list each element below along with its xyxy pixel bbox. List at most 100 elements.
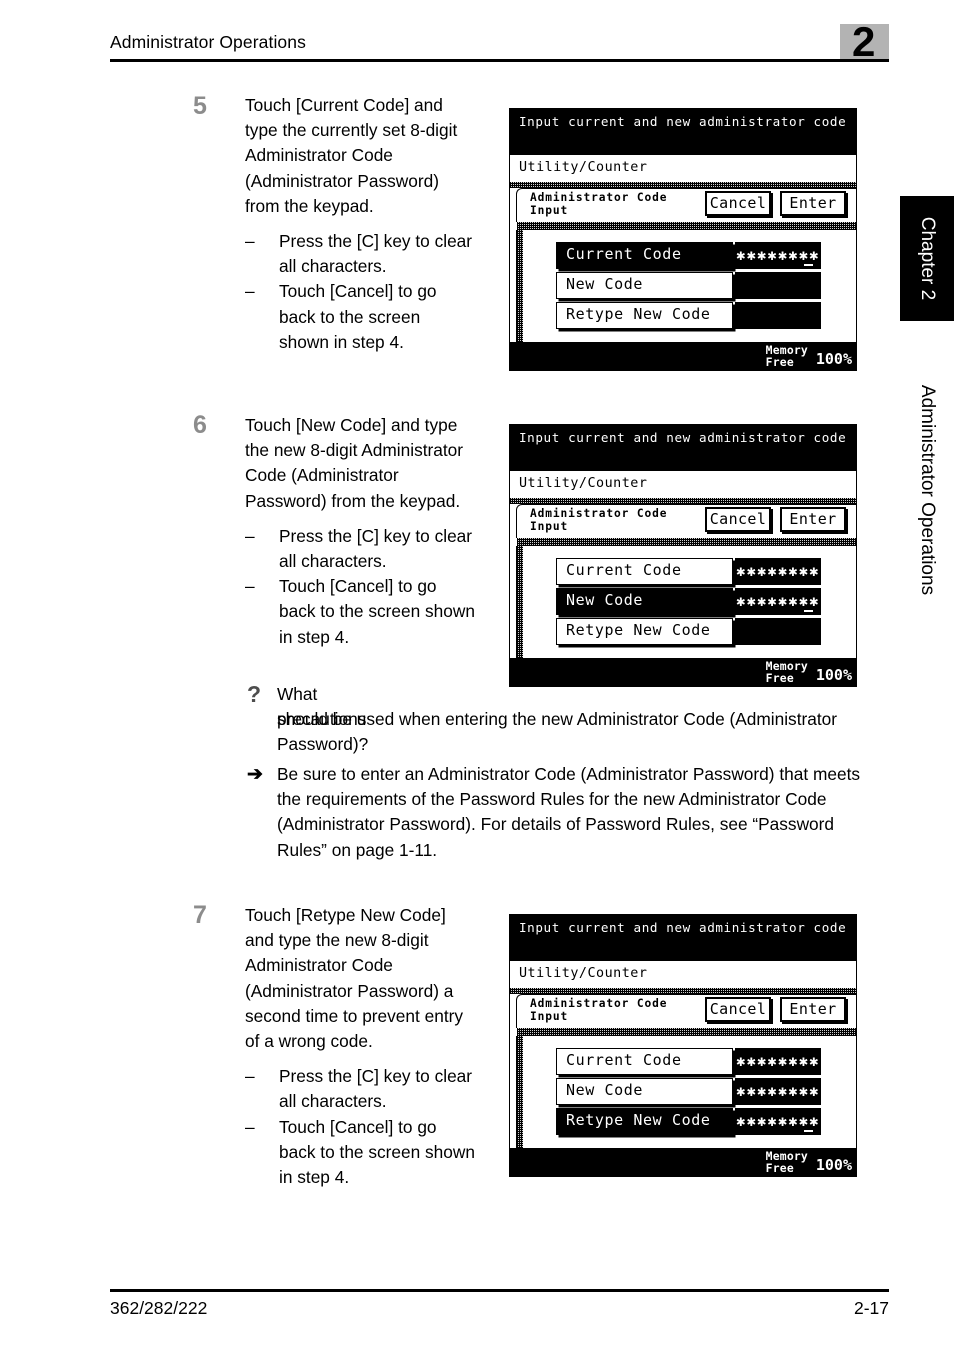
lcd-title-bar: Input current and new administrator code	[510, 915, 856, 961]
list-item: – Touch [Cancel] to go back to the scree…	[245, 1115, 475, 1191]
lcd-screenshot-step6: Input current and new administrator code…	[509, 424, 857, 687]
section-side-label-text: Administrator Operations	[917, 384, 938, 596]
memory-free-value: 100%	[815, 666, 852, 684]
lcd-status-bar: Memory Free 100%	[510, 658, 856, 686]
text-cursor-icon	[804, 610, 813, 612]
memory-free-value: 100%	[815, 350, 852, 368]
footer-model: 362/282/222	[110, 1298, 208, 1318]
lcd-row-value	[735, 618, 821, 645]
lcd-dialog-title: Administrator Code Input	[530, 191, 668, 217]
step-6-bullets: – Press the [C] key to clear all charact…	[245, 524, 477, 650]
lcd-row-key[interactable]: Retype New Code	[556, 618, 733, 645]
arrow-right-icon: ➔	[247, 764, 263, 785]
cancel-button[interactable]: Cancel	[705, 507, 771, 532]
dash-bullet-icon: –	[245, 576, 255, 597]
lcd-row-key[interactable]: Current Code	[556, 242, 733, 269]
step-text-6: Touch [New Code] and type the new 8-digi…	[245, 413, 477, 650]
lcd-dialog-header: Administrator Code Input Cancel Enter	[516, 994, 856, 1036]
list-item-text: Touch [Cancel] to go back to the screen …	[279, 1116, 475, 1188]
lcd-row-key[interactable]: Current Code	[556, 1048, 733, 1075]
lcd-row-key[interactable]: New Code	[556, 272, 733, 299]
text-cursor-icon	[804, 264, 813, 266]
lcd-breadcrumb: Utility/Counter	[510, 961, 856, 988]
lcd-row-key[interactable]: New Code	[556, 1078, 733, 1105]
cancel-button[interactable]: Cancel	[705, 997, 771, 1022]
lcd-content-area: Current Code ✱✱✱✱✱✱✱✱ New Code ✱✱✱✱✱✱✱✱ Rety…	[516, 1036, 856, 1148]
lcd-row-value	[735, 302, 821, 329]
lcd-row-value: ✱✱✱✱✱✱✱✱	[735, 1078, 821, 1105]
lcd-content-area: Current Code ✱✱✱✱✱✱✱✱ New Code Retype New C…	[516, 230, 856, 342]
lcd-dialog-title: Administrator Code Input	[530, 997, 668, 1023]
lcd-breadcrumb: Utility/Counter	[510, 155, 856, 182]
lcd-title-bar: Input current and new administrator code	[510, 109, 856, 155]
memory-free-label: Memory Free	[765, 659, 808, 686]
list-item-text: Press the [C] key to clear all character…	[279, 1066, 473, 1112]
question-mark-icon: ?	[247, 681, 262, 707]
step-text-5: Touch [Current Code] and type the curren…	[245, 93, 473, 355]
memory-free-label: Memory Free	[765, 343, 808, 370]
lcd-screenshot-step7: Input current and new administrator code…	[509, 914, 857, 1177]
list-item: – Touch [Cancel] to go back to the scree…	[245, 279, 473, 355]
lcd-hatch-divider	[517, 538, 856, 546]
text-cursor-icon	[804, 1130, 813, 1132]
qa-question-body: should be used when entering the new Adm…	[277, 709, 838, 755]
lcd-hatch-divider	[517, 222, 856, 230]
step-5-paragraph: Touch [Current Code] and type the curren…	[245, 95, 458, 216]
lcd-scrollbar[interactable]	[517, 1036, 523, 1148]
enter-button[interactable]: Enter	[780, 191, 846, 216]
lcd-row-value: ✱✱✱✱✱✱✱✱	[735, 1108, 821, 1135]
dash-bullet-icon: –	[245, 281, 255, 302]
lcd-dialog-title: Administrator Code Input	[530, 507, 668, 533]
list-item-text: Press the [C] key to clear all character…	[279, 525, 473, 572]
lcd-row-value: ✱✱✱✱✱✱✱✱	[735, 558, 821, 585]
lcd-row-key[interactable]: Current Code	[556, 558, 733, 585]
lcd-dialog-header: Administrator Code Input Cancel Enter	[516, 188, 856, 230]
lcd-row-key[interactable]: Retype New Code	[556, 1108, 733, 1135]
dash-bullet-icon: –	[245, 1116, 255, 1137]
lcd-status-bar: Memory Free 100%	[510, 342, 856, 370]
document-page: Administrator Operations 2 Chapter 2 Adm…	[0, 0, 954, 1352]
step-text-7: Touch [Retype New Code] and type the new…	[245, 903, 475, 1190]
lcd-row-value: ✱✱✱✱✱✱✱✱	[735, 1048, 821, 1075]
list-item: – Press the [C] key to clear all charact…	[245, 1064, 475, 1114]
lcd-screenshot-step5: Input current and new administrator code…	[509, 108, 857, 371]
lcd-scrollbar[interactable]	[517, 546, 523, 658]
lcd-scrollbar[interactable]	[517, 230, 523, 342]
footer-divider	[110, 1289, 889, 1292]
memory-free-label: Memory Free	[765, 1149, 808, 1176]
lcd-content-area: Current Code ✱✱✱✱✱✱✱✱ New Code ✱✱✱✱✱✱✱✱ Rety…	[516, 546, 856, 658]
step-number-5: 5	[193, 92, 207, 120]
list-item: – Touch [Cancel] to go back to the scree…	[245, 574, 477, 650]
list-item-text: Touch [Cancel] to go back to the screen …	[279, 576, 475, 647]
chapter-side-tab: Chapter 2	[900, 196, 954, 321]
lcd-title-bar: Input current and new administrator code	[510, 425, 856, 471]
list-item-text: Touch [Cancel] to go back to the screen …	[279, 281, 437, 352]
enter-button[interactable]: Enter	[780, 997, 846, 1022]
memory-free-value: 100%	[815, 1156, 852, 1174]
step-number-7: 7	[193, 901, 207, 929]
section-side-label: Administrator Operations	[900, 340, 954, 640]
step-7-bullets: – Press the [C] key to clear all charact…	[245, 1064, 475, 1190]
list-item-text: Press the [C] key to clear all character…	[279, 231, 473, 277]
lcd-dialog-header: Administrator Code Input Cancel Enter	[516, 504, 856, 546]
cancel-button[interactable]: Cancel	[705, 191, 771, 216]
qa-answer-body: Be sure to enter an Administrator Code (…	[277, 764, 861, 860]
page-header-title: Administrator Operations	[110, 32, 306, 52]
step-6-paragraph: Touch [New Code] and type the new 8-digi…	[245, 415, 464, 511]
lcd-breadcrumb: Utility/Counter	[510, 471, 856, 498]
step-number-6: 6	[193, 411, 207, 439]
lcd-row-key[interactable]: New Code	[556, 588, 733, 615]
dash-bullet-icon: –	[245, 231, 255, 252]
step-5-bullets: – Press the [C] key to clear all charact…	[245, 229, 473, 355]
list-item: – Press the [C] key to clear all charact…	[245, 524, 477, 574]
lcd-row-key[interactable]: Retype New Code	[556, 302, 733, 329]
chapter-side-tab-label: Chapter 2	[917, 216, 938, 301]
lcd-row-value: ✱✱✱✱✱✱✱✱	[735, 242, 821, 269]
list-item: – Press the [C] key to clear all charact…	[245, 229, 473, 279]
dash-bullet-icon: –	[245, 1066, 255, 1087]
step-7-paragraph: Touch [Retype New Code] and type the new…	[245, 905, 464, 1052]
lcd-status-bar: Memory Free 100%	[510, 1148, 856, 1176]
enter-button[interactable]: Enter	[780, 507, 846, 532]
header-divider	[110, 59, 889, 62]
dash-bullet-icon: –	[245, 525, 255, 546]
